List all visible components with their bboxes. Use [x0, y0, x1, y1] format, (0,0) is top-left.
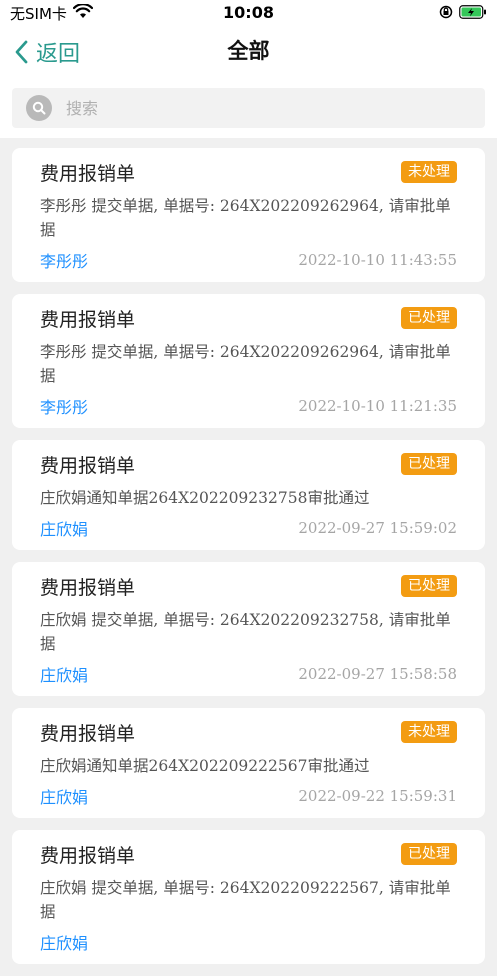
submitter-name[interactable]: 李彤彤: [40, 248, 88, 272]
list-item[interactable]: 费用报销单 已处理 庄欣娟通知单据264X202209232758审批通过 庄欣…: [12, 440, 485, 550]
item-footer: 李彤彤 2022-10-10 11:21:35: [40, 394, 457, 418]
message-list: 费用报销单 未处理 李彤彤 提交单据, 单据号: 264X20220926296…: [12, 148, 485, 976]
timestamp: 2022-10-10 11:21:35: [298, 397, 457, 415]
status-badge: 已处理: [401, 843, 457, 865]
timestamp: 2022-09-27 15:58:58: [298, 665, 457, 683]
orientation-lock-icon: [439, 4, 453, 23]
item-title: 费用报销单: [40, 577, 136, 599]
item-title: 费用报销单: [40, 455, 136, 477]
item-footer: 李彤彤 2022-10-10 11:43:55: [40, 248, 457, 272]
list-item[interactable]: 费用报销单 已处理 李彤彤 提交单据, 单据号: 264X20220926296…: [12, 294, 485, 428]
status-badge: 已处理: [401, 453, 457, 475]
status-badge: 未处理: [401, 161, 457, 183]
status-bar: 无SIM卡 10:08: [0, 0, 497, 26]
status-badge: 已处理: [401, 575, 457, 597]
item-description: 李彤彤 提交单据, 单据号: 264X202209262964, 请审批单据: [40, 197, 451, 239]
search-input[interactable]: [64, 97, 448, 119]
list-item[interactable]: 费用报销单 未处理 庄欣娟通知单据264X202209222567审批通过 庄欣…: [12, 708, 485, 818]
submitter-name[interactable]: 庄欣娟: [40, 516, 88, 540]
page-title: 全部: [227, 39, 270, 63]
submitter-name[interactable]: 李彤彤: [40, 394, 88, 418]
item-title: 费用报销单: [40, 309, 136, 331]
item-title: 费用报销单: [40, 723, 136, 745]
timestamp: 2022-09-27 15:59:02: [298, 519, 457, 537]
battery-icon: [459, 4, 487, 23]
clock: 10:08: [223, 3, 274, 22]
status-badge: 未处理: [401, 721, 457, 743]
item-description: 庄欣娟通知单据264X202209222567审批通过: [40, 757, 370, 775]
search-bar: [0, 78, 497, 138]
item-title: 费用报销单: [40, 845, 136, 867]
list-item[interactable]: 费用报销单 已处理 庄欣娟 提交单据, 单据号: 264X20220923275…: [12, 562, 485, 696]
item-description: 庄欣娟 提交单据, 单据号: 264X202209232758, 请审批单据: [40, 611, 451, 653]
search-icon: [26, 95, 52, 121]
timestamp: 2022-10-10 11:43:55: [298, 251, 457, 269]
submitter-name[interactable]: 庄欣娟: [40, 662, 88, 686]
list-item[interactable]: 费用报销单 未处理 李彤彤 提交单据, 单据号: 264X20220926296…: [12, 148, 485, 282]
item-title: 费用报销单: [40, 163, 136, 185]
timestamp: 2022-09-22 15:59:31: [298, 787, 457, 805]
item-footer: 庄欣娟: [40, 930, 457, 954]
item-description: 李彤彤 提交单据, 单据号: 264X202209262964, 请审批单据: [40, 343, 451, 385]
item-footer: 庄欣娟 2022-09-27 15:59:02: [40, 516, 457, 540]
status-right: [439, 4, 487, 23]
item-footer: 庄欣娟 2022-09-22 15:59:31: [40, 784, 457, 808]
submitter-name[interactable]: 庄欣娟: [40, 930, 88, 954]
search-box[interactable]: [12, 88, 485, 128]
status-badge: 已处理: [401, 307, 457, 329]
item-footer: 庄欣娟 2022-09-27 15:58:58: [40, 662, 457, 686]
submitter-name[interactable]: 庄欣娟: [40, 784, 88, 808]
list-item[interactable]: 费用报销单 已处理 庄欣娟 提交单据, 单据号: 264X20220922256…: [12, 830, 485, 964]
item-description: 庄欣娟 提交单据, 单据号: 264X202209222567, 请审批单据: [40, 879, 451, 921]
nav-bar: 返回 全部: [0, 26, 497, 78]
item-description: 庄欣娟通知单据264X202209232758审批通过: [40, 489, 370, 507]
